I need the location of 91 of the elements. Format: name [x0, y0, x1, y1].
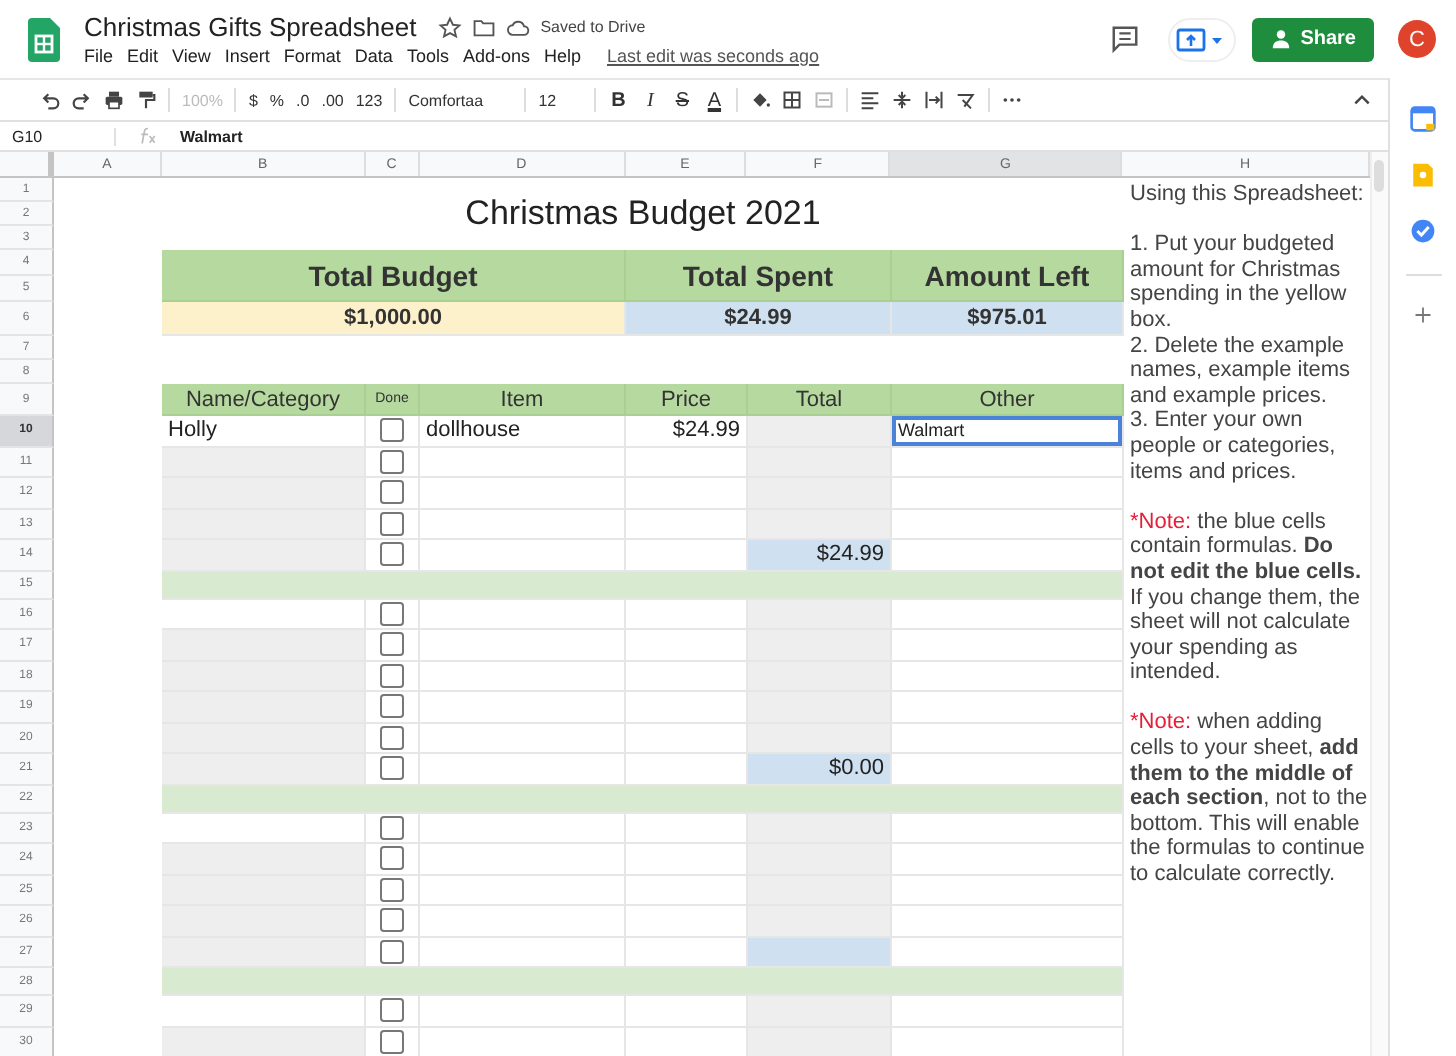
checkbox[interactable]	[380, 998, 404, 1023]
last-edit-link[interactable]: Last edit was seconds ago	[607, 46, 820, 66]
text-wrap-icon[interactable]	[924, 90, 945, 110]
number-format-button[interactable]: 123	[355, 91, 383, 109]
checkbox[interactable]	[380, 846, 404, 871]
formula-value[interactable]: Walmart	[180, 127, 243, 145]
checkbox[interactable]	[380, 694, 404, 719]
column-heading: Price	[626, 384, 748, 416]
text-style-button[interactable]: S	[672, 89, 693, 111]
tasks-icon[interactable]	[1410, 218, 1436, 244]
checkbox[interactable]	[380, 542, 404, 567]
column-heading: Item	[420, 384, 626, 416]
scrollbar-thumb[interactable]	[1374, 160, 1384, 192]
column-heading: Name/Category	[162, 384, 366, 416]
text-style-button[interactable]: A	[704, 89, 725, 111]
save-status: Saved to Drive	[540, 18, 646, 36]
text-style-button[interactable]: B	[608, 89, 629, 111]
menu-item[interactable]: Format	[283, 46, 341, 66]
note-text: *Note: when adding cells to your sheet, add them to the middle of each section, not to the bottom. This will enable the formulas to continue to calculate correctly.	[1130, 710, 1368, 888]
checkbox[interactable]	[380, 449, 404, 474]
text-rotate-icon[interactable]	[956, 90, 977, 110]
number-format-button[interactable]: .0	[296, 91, 310, 109]
font-dropdown[interactable]: Comfortaa	[408, 91, 513, 109]
folder-icon[interactable]	[472, 15, 497, 39]
undo-icon[interactable]	[40, 90, 60, 110]
menu-item[interactable]: Insert	[224, 46, 270, 66]
checkbox[interactable]	[380, 632, 404, 657]
redo-icon[interactable]	[72, 90, 92, 110]
function-icon	[136, 126, 160, 146]
text-style-button[interactable]: I	[640, 89, 661, 111]
cloud-icon	[506, 15, 531, 39]
menu-item[interactable]: Help	[543, 46, 581, 66]
checkbox[interactable]	[380, 480, 404, 505]
print-icon[interactable]	[104, 90, 124, 110]
selected-cell: Walmart	[892, 416, 1124, 447]
calendar-icon[interactable]	[1410, 106, 1436, 132]
summary-value: $24.99	[626, 302, 892, 336]
checkbox[interactable]	[380, 725, 404, 750]
checkbox[interactable]	[380, 663, 404, 688]
fill-color-icon[interactable]	[750, 90, 771, 110]
column-heading: Other	[892, 384, 1124, 416]
checkbox[interactable]	[380, 939, 404, 964]
table-cell: dollhouse	[420, 416, 626, 447]
checkbox[interactable]	[380, 815, 404, 840]
checkbox[interactable]	[380, 511, 404, 536]
instruction-step: 1. Put your budgeted amount for Christmas spending in the yellow box.	[1130, 232, 1368, 334]
align-icon[interactable]	[860, 90, 881, 110]
summary-header: Total Spent	[626, 250, 892, 302]
paint-format-icon[interactable]	[136, 90, 156, 110]
sheets-logo-icon[interactable]	[28, 17, 60, 61]
sheet-title: Christmas Budget 2021	[463, 192, 823, 236]
borders-icon[interactable]	[782, 90, 803, 110]
number-format-button[interactable]: %	[269, 91, 285, 109]
instruction-step: 2. Delete the example names, example items and example prices.	[1130, 333, 1368, 409]
total-cell: $0.00	[748, 754, 892, 785]
account-avatar[interactable]: C	[1398, 20, 1436, 58]
checkbox[interactable]	[380, 908, 404, 933]
add-icon[interactable]	[1414, 306, 1432, 324]
menu-item[interactable]: Add-ons	[462, 46, 530, 66]
menu-item[interactable]: Tools	[406, 46, 449, 66]
total-cell: $24.99	[748, 540, 892, 571]
present-button[interactable]	[1168, 17, 1237, 61]
merge-cells-icon[interactable]	[814, 90, 835, 110]
menu-item[interactable]: Data	[354, 46, 393, 66]
checkbox[interactable]	[380, 418, 404, 443]
checkbox[interactable]	[380, 756, 404, 781]
person-icon	[1270, 28, 1293, 50]
vertical-align-icon[interactable]	[892, 90, 913, 110]
summary-header: Amount Left	[892, 250, 1124, 302]
number-format-button[interactable]: $	[248, 91, 258, 109]
comment-icon[interactable]	[1110, 24, 1141, 54]
checkbox[interactable]	[380, 601, 404, 626]
summary-header: Total Budget	[162, 250, 626, 302]
instruction-step: 3. Enter your own people or categories, items and prices.	[1130, 408, 1368, 485]
note-text: *Note: the blue cells contain formulas. Do not edit the blue cells. If you change them, the sheet will not calculate your spending as intended.	[1130, 509, 1364, 686]
menu-item[interactable]: View	[172, 46, 211, 66]
share-button[interactable]: Share	[1252, 17, 1374, 61]
collapse-icon[interactable]	[1352, 90, 1372, 110]
menu-item[interactable]: File	[84, 46, 114, 66]
column-heading: Total	[748, 384, 892, 416]
document-title[interactable]: Christmas Gifts Spreadsheet	[84, 12, 417, 42]
star-icon[interactable]	[438, 15, 463, 39]
summary-value: $975.01	[892, 302, 1124, 336]
instructions-heading: Using this Spreadsheet:	[1130, 182, 1366, 208]
font-size-dropdown[interactable]: 12	[538, 91, 583, 109]
menu-item[interactable]: Edit	[127, 46, 159, 66]
name-box[interactable]: G10	[0, 127, 116, 145]
summary-value: $1,000.00	[162, 302, 626, 336]
checkbox[interactable]	[380, 1029, 404, 1054]
checkbox[interactable]	[380, 877, 404, 902]
number-format-button[interactable]: .00	[321, 91, 344, 109]
